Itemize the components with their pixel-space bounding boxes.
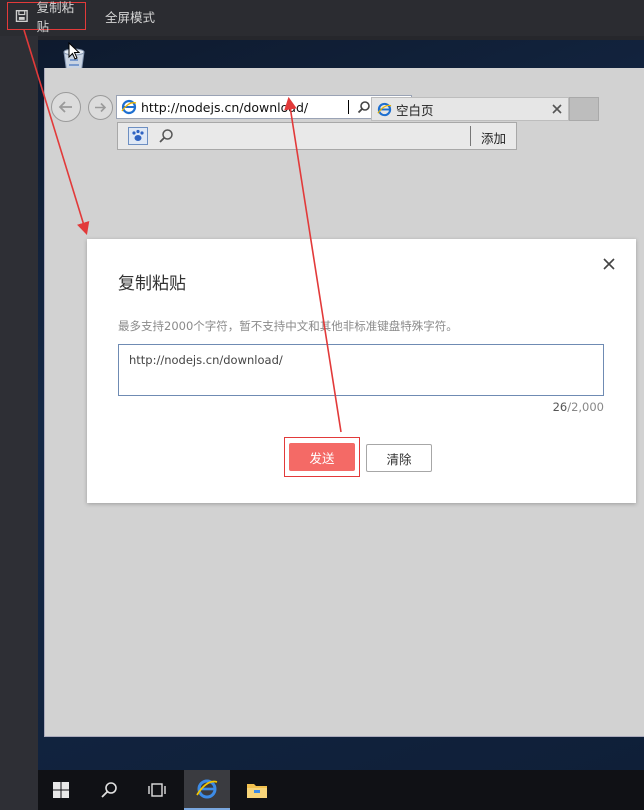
task-view-button[interactable] bbox=[134, 770, 180, 810]
left-panel bbox=[0, 36, 38, 810]
file-explorer-icon bbox=[247, 784, 267, 798]
search-icon[interactable] bbox=[357, 100, 371, 114]
search-icon[interactable] bbox=[158, 128, 174, 144]
taskbar-explorer-button[interactable] bbox=[234, 770, 280, 810]
windows-start-icon bbox=[53, 782, 69, 798]
task-view-icon bbox=[148, 783, 166, 797]
new-tab-button[interactable] bbox=[569, 97, 599, 121]
fullscreen-button[interactable]: 全屏模式 bbox=[105, 2, 155, 30]
dialog-title: 复制粘贴 bbox=[118, 274, 186, 294]
baidu-search-icon[interactable] bbox=[128, 127, 148, 145]
back-button[interactable] bbox=[51, 92, 81, 122]
address-bar[interactable]: http://nodejs.cn/download/ bbox=[116, 95, 412, 119]
taskbar-search-button[interactable] bbox=[86, 770, 132, 810]
forward-arrow-icon bbox=[95, 102, 107, 113]
clipboard-icon bbox=[15, 9, 28, 23]
counter-max: /2,000 bbox=[567, 400, 604, 414]
counter-current: 26 bbox=[552, 400, 568, 414]
close-icon[interactable] bbox=[552, 104, 562, 114]
search-suggestion-bar: 添加 bbox=[117, 122, 517, 150]
copy-paste-button[interactable]: 复制粘贴 bbox=[7, 0, 86, 34]
add-search-button[interactable]: 添加 bbox=[481, 128, 506, 147]
copy-paste-dialog: 复制粘贴 最多支持2000个字符，暂不支持中文和其他非标准键盘特殊字符。 htt… bbox=[87, 239, 636, 503]
copy-paste-label: 复制粘贴 bbox=[36, 0, 75, 34]
tab-label: 空白页 bbox=[396, 102, 434, 118]
search-icon bbox=[101, 782, 117, 798]
dialog-hint: 最多支持2000个字符，暂不支持中文和其他非标准键盘特殊字符。 bbox=[118, 319, 458, 333]
fullscreen-label: 全屏模式 bbox=[105, 9, 156, 25]
start-button[interactable] bbox=[38, 770, 84, 810]
taskbar bbox=[38, 770, 644, 810]
forward-button[interactable] bbox=[88, 95, 113, 120]
send-highlight: 发送 bbox=[284, 437, 360, 477]
back-arrow-icon bbox=[58, 101, 72, 113]
internet-explorer-icon bbox=[121, 99, 137, 115]
taskbar-ie-button[interactable] bbox=[184, 770, 230, 810]
close-icon[interactable] bbox=[601, 256, 617, 272]
top-toolbar: 复制粘贴 全屏模式 bbox=[0, 0, 644, 36]
internet-explorer-icon bbox=[377, 102, 392, 116]
address-url: http://nodejs.cn/download/ bbox=[141, 99, 309, 115]
clear-button[interactable]: 清除 bbox=[366, 444, 432, 472]
paste-textarea[interactable]: http://nodejs.cn/download/ bbox=[118, 344, 604, 396]
character-counter: 26/2,000 bbox=[553, 400, 604, 414]
divider bbox=[470, 126, 471, 146]
mouse-cursor-icon bbox=[68, 42, 80, 60]
internet-explorer-icon bbox=[196, 779, 218, 799]
send-button[interactable]: 发送 bbox=[289, 443, 355, 471]
text-caret bbox=[348, 100, 349, 114]
tab-blank-page[interactable]: 空白页 bbox=[371, 97, 569, 121]
paw-icon bbox=[132, 129, 144, 141]
